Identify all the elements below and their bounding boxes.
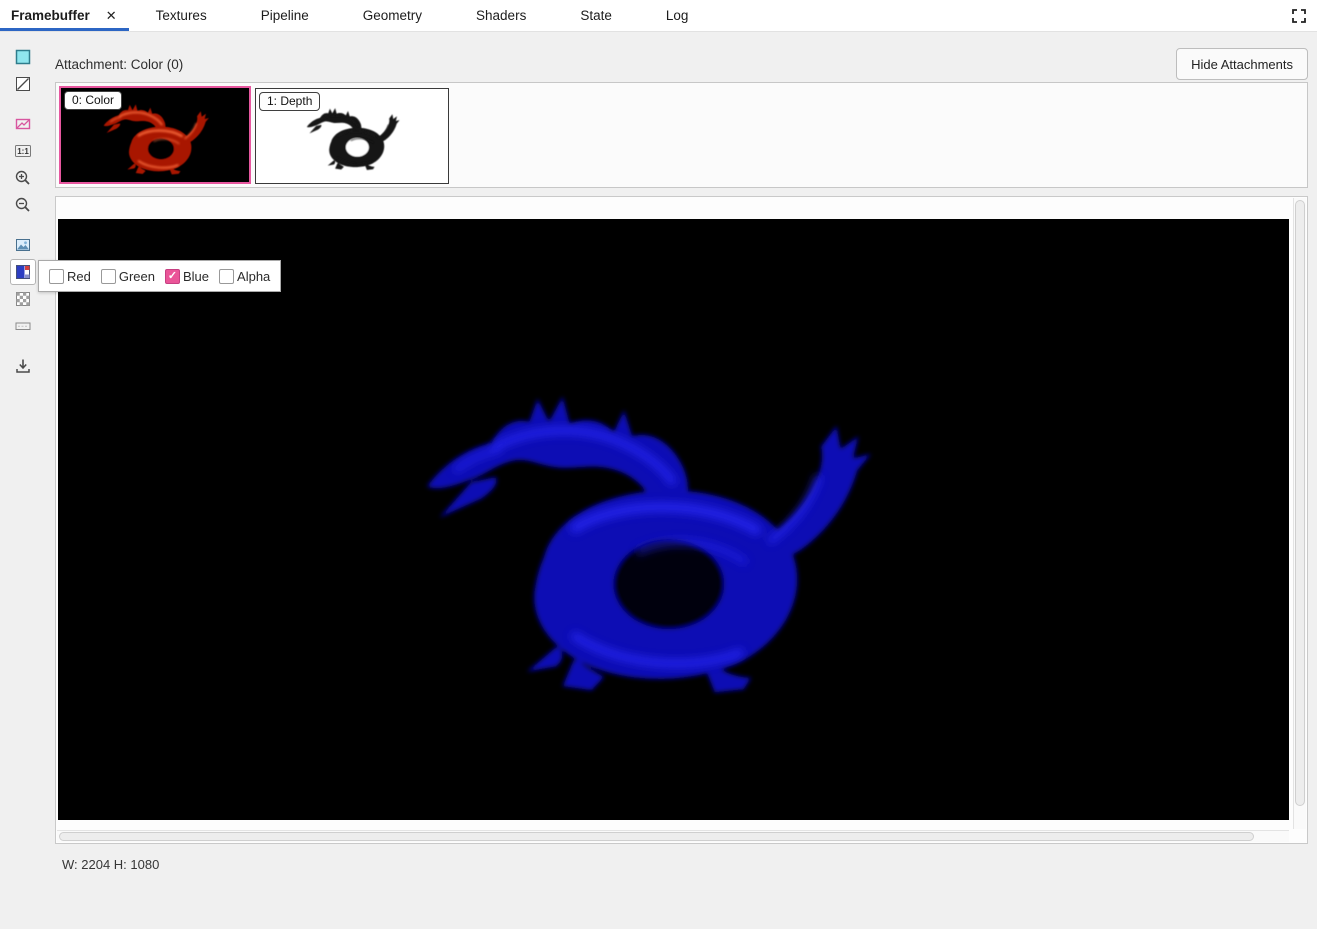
left-toolbar: 1:1 bbox=[0, 32, 46, 929]
debugger-window: Framebuffer ✕ Textures Pipeline Geometry… bbox=[0, 0, 1317, 929]
attachment-label: Attachment: Color (0) bbox=[55, 57, 183, 72]
zoom-in-icon[interactable] bbox=[10, 165, 36, 191]
framebuffer-panel: Attachment: Color (0) Hide Attachments 0… bbox=[46, 32, 1317, 929]
horizontal-scrollbar-thumb[interactable] bbox=[59, 832, 1254, 841]
tab-shaders[interactable]: Shaders bbox=[449, 0, 553, 31]
attachment-thumb-color[interactable]: 0: Color bbox=[59, 86, 251, 184]
tab-state[interactable]: State bbox=[553, 0, 639, 31]
channel-red-checkbox[interactable]: ✓ Red bbox=[49, 269, 91, 284]
save-image-icon[interactable] bbox=[10, 353, 36, 379]
rendered-dragon-blue-channel bbox=[398, 352, 898, 708]
svg-text:1:1: 1:1 bbox=[17, 147, 29, 156]
checkbox-icon: ✓ bbox=[219, 269, 234, 284]
channel-label: Green bbox=[119, 269, 155, 284]
channels-icon[interactable] bbox=[10, 259, 36, 285]
zoom-out-icon[interactable] bbox=[10, 192, 36, 218]
hide-attachments-button[interactable]: Hide Attachments bbox=[1176, 48, 1308, 80]
attachment-thumb-depth[interactable]: 1: Depth bbox=[255, 88, 449, 184]
channel-popup: ✓ Red ✓ Green ✓ Blue ✓ Alpha bbox=[38, 260, 281, 292]
close-tab-icon[interactable]: ✕ bbox=[106, 8, 117, 24]
attachment-badge: 0: Color bbox=[64, 91, 122, 110]
flip-image-icon[interactable] bbox=[10, 111, 36, 137]
tab-label: Framebuffer bbox=[11, 8, 90, 23]
image-preview-icon[interactable] bbox=[10, 232, 36, 258]
checkerboard-icon[interactable] bbox=[10, 286, 36, 312]
tab-framebuffer[interactable]: Framebuffer ✕ bbox=[0, 0, 129, 31]
diagonal-slash-icon[interactable] bbox=[10, 71, 36, 97]
tab-bar: Framebuffer ✕ Textures Pipeline Geometry… bbox=[0, 0, 1317, 32]
color-swatch-icon[interactable] bbox=[10, 44, 36, 70]
tab-geometry[interactable]: Geometry bbox=[336, 0, 449, 31]
channel-label: Red bbox=[67, 269, 91, 284]
attachment-badge: 1: Depth bbox=[259, 92, 320, 111]
fullscreen-icon[interactable] bbox=[1287, 4, 1311, 28]
checkbox-icon: ✓ bbox=[101, 269, 116, 284]
channel-blue-checkbox[interactable]: ✓ Blue bbox=[165, 269, 209, 284]
vertical-scrollbar[interactable] bbox=[1293, 198, 1306, 829]
vertical-scrollbar-thumb[interactable] bbox=[1295, 200, 1305, 806]
framebuffer-canvas[interactable] bbox=[58, 219, 1289, 820]
channel-green-checkbox[interactable]: ✓ Green bbox=[101, 269, 155, 284]
channel-label: Alpha bbox=[237, 269, 270, 284]
tab-pipeline[interactable]: Pipeline bbox=[234, 0, 336, 31]
channel-label: Blue bbox=[183, 269, 209, 284]
tab-textures[interactable]: Textures bbox=[129, 0, 234, 31]
checkbox-icon: ✓ bbox=[49, 269, 64, 284]
checkbox-icon: ✓ bbox=[165, 269, 180, 284]
letterbox-icon[interactable] bbox=[10, 313, 36, 339]
one-to-one-icon[interactable]: 1:1 bbox=[10, 138, 36, 164]
channel-alpha-checkbox[interactable]: ✓ Alpha bbox=[219, 269, 270, 284]
viewport-panel bbox=[55, 196, 1308, 844]
tab-log[interactable]: Log bbox=[639, 0, 716, 31]
attachments-panel: 0: Color 1: Depth bbox=[55, 82, 1308, 188]
horizontal-scrollbar[interactable] bbox=[57, 830, 1289, 842]
size-status-label: W: 2204 H: 1080 bbox=[55, 857, 1308, 872]
